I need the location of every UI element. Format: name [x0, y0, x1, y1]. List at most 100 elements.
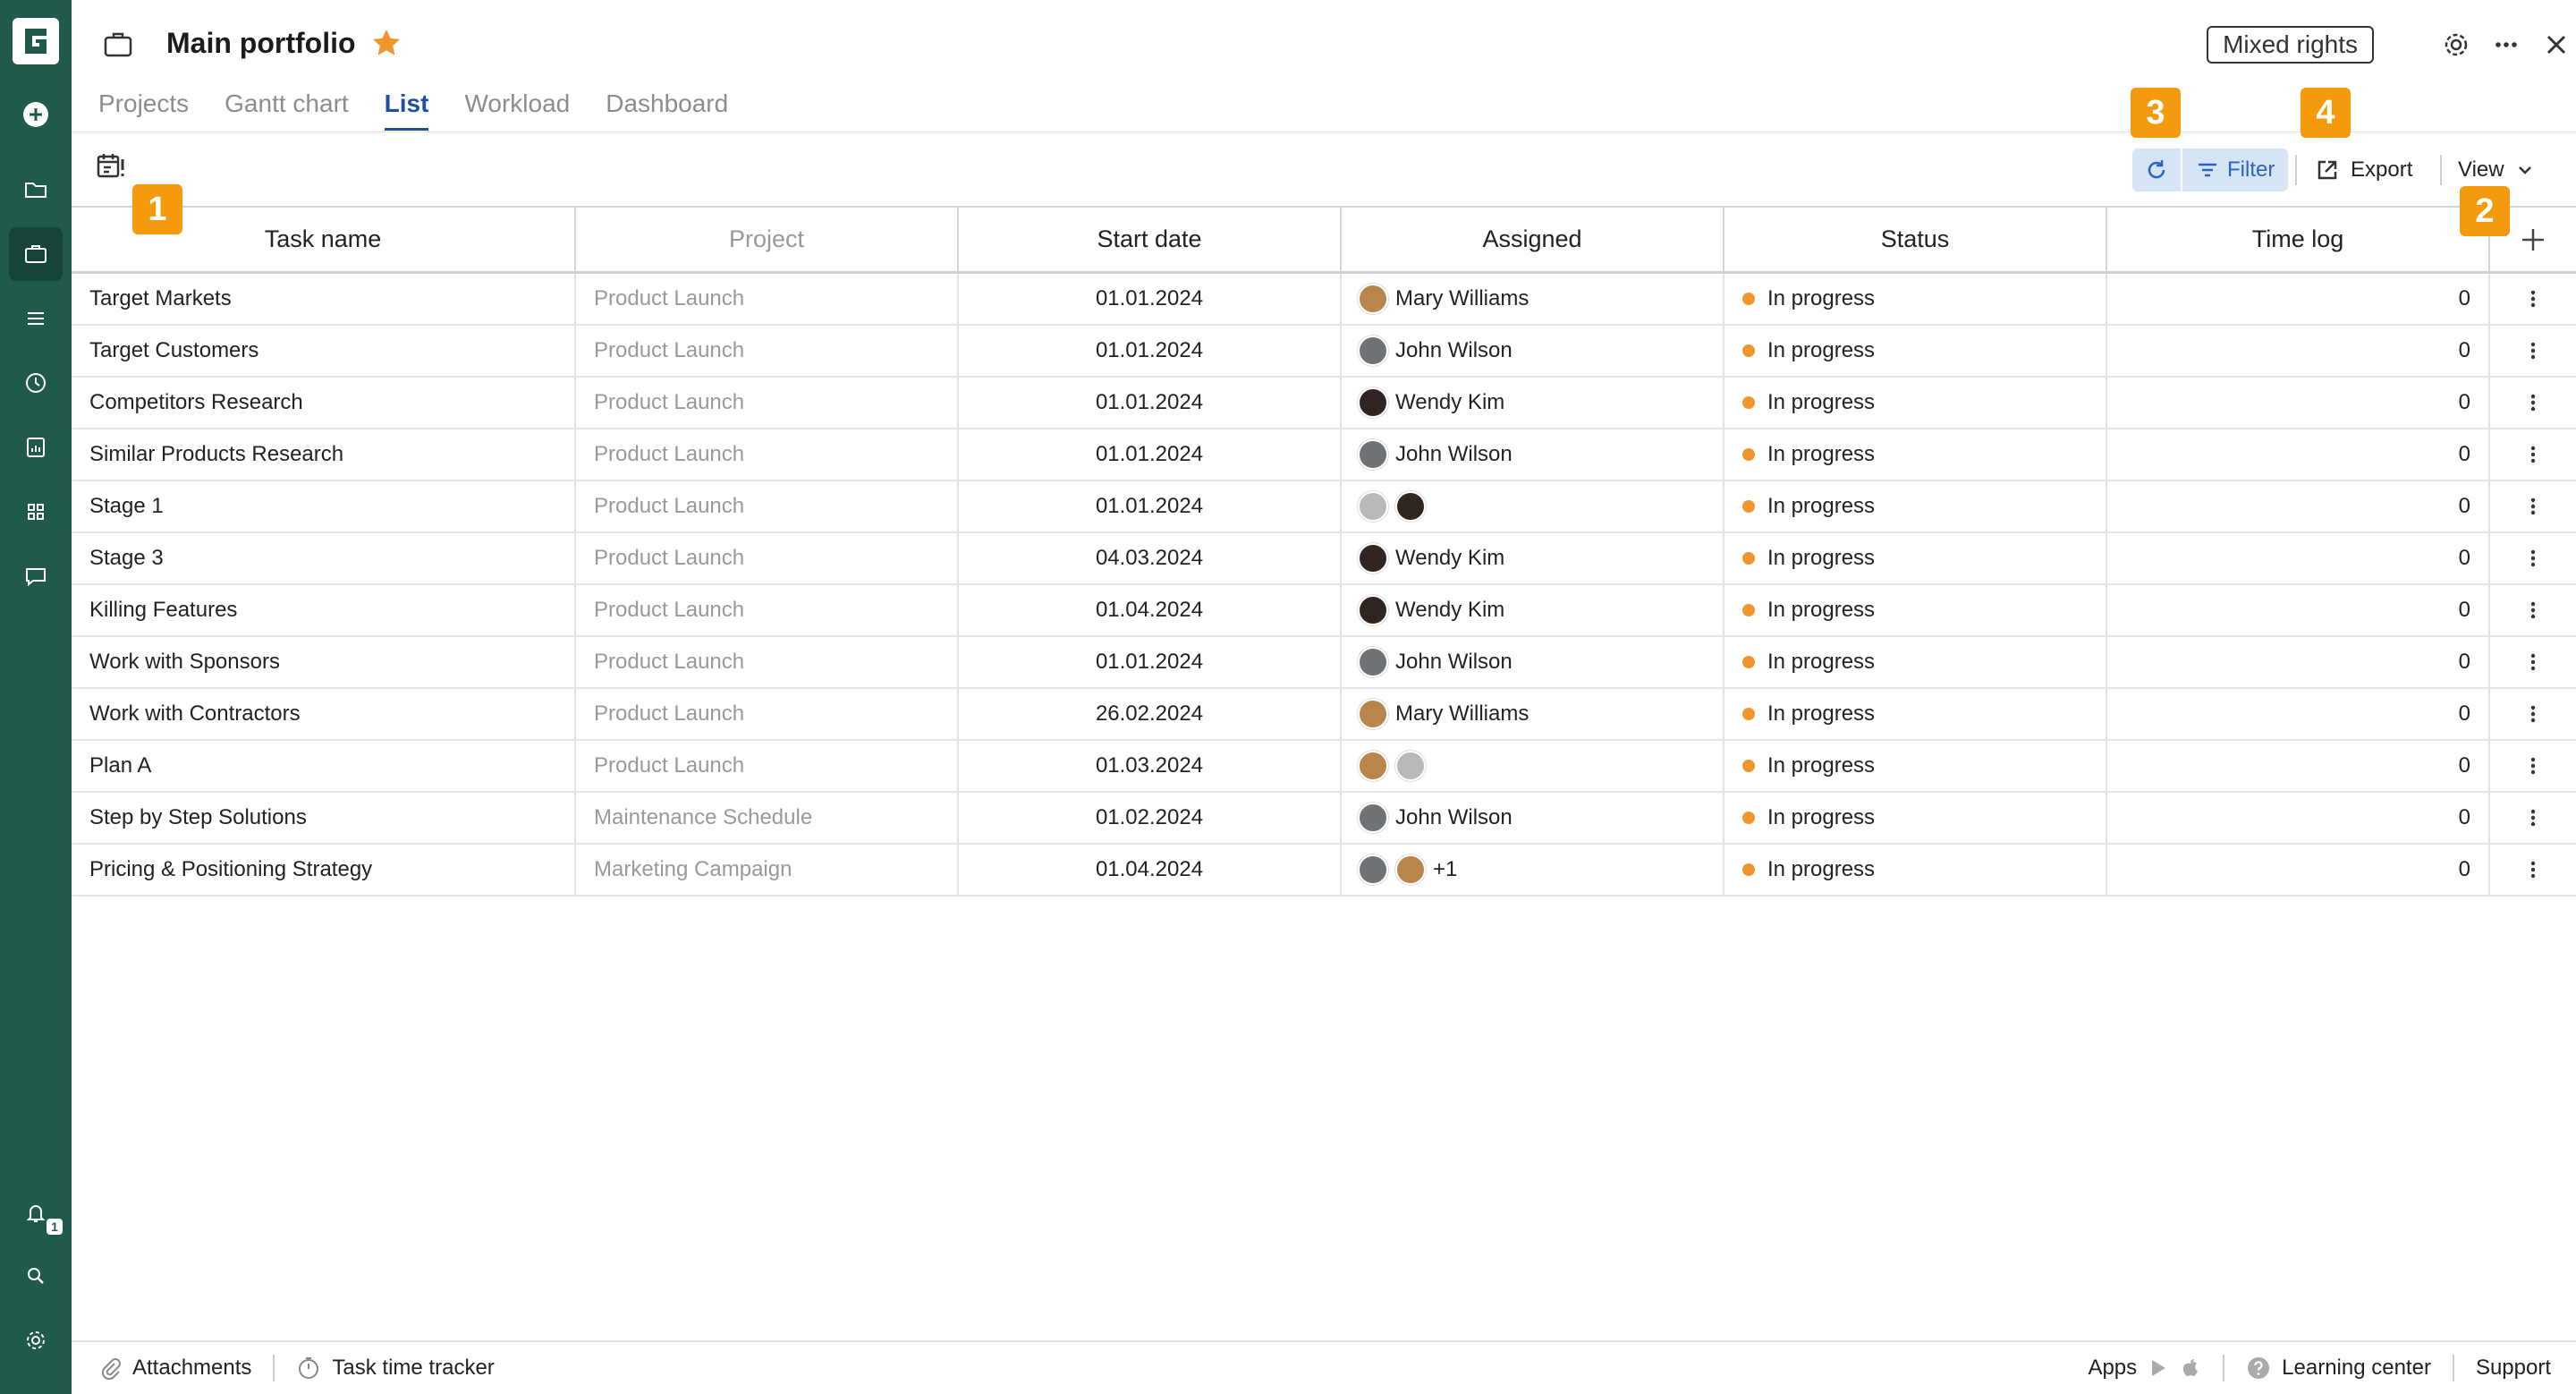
report-icon[interactable]: [9, 421, 63, 474]
column-header-start-date[interactable]: Start date: [959, 208, 1342, 271]
project-cell[interactable]: Product Launch: [576, 585, 959, 635]
time-log-cell[interactable]: 0: [2107, 585, 2490, 635]
search-icon[interactable]: [9, 1249, 63, 1303]
status-cell[interactable]: In progress: [1724, 637, 2107, 687]
time-log-cell[interactable]: 0: [2107, 274, 2490, 324]
task-name-cell[interactable]: Similar Products Research: [72, 429, 576, 480]
folder-icon[interactable]: [9, 163, 63, 217]
notifications-bell-icon[interactable]: 1: [9, 1186, 63, 1240]
task-name-cell[interactable]: Target Customers: [72, 326, 576, 376]
status-cell[interactable]: In progress: [1724, 481, 2107, 531]
status-cell[interactable]: In progress: [1724, 274, 2107, 324]
favorite-star-icon[interactable]: [370, 27, 402, 59]
table-row[interactable]: Step by Step Solutions Maintenance Sched…: [72, 793, 2576, 845]
tab-list[interactable]: List: [384, 89, 428, 131]
time-log-cell[interactable]: 0: [2107, 481, 2490, 531]
more-options-icon[interactable]: [2488, 27, 2524, 63]
start-date-cell[interactable]: 01.04.2024: [959, 845, 1342, 895]
assigned-cell[interactable]: Wendy Kim: [1342, 533, 1724, 583]
project-cell[interactable]: Maintenance Schedule: [576, 793, 959, 843]
row-actions-button[interactable]: [2490, 793, 2576, 843]
project-cell[interactable]: Product Launch: [576, 637, 959, 687]
column-header-time-log[interactable]: Time log: [2107, 208, 2490, 271]
status-cell[interactable]: In progress: [1724, 533, 2107, 583]
project-cell[interactable]: Marketing Campaign: [576, 845, 959, 895]
row-actions-button[interactable]: [2490, 741, 2576, 791]
project-cell[interactable]: Product Launch: [576, 378, 959, 428]
start-date-cell[interactable]: 01.01.2024: [959, 481, 1342, 531]
time-log-cell[interactable]: 0: [2107, 637, 2490, 687]
learning-center-link[interactable]: Learning center: [2246, 1356, 2431, 1381]
assigned-cell[interactable]: John Wilson: [1342, 429, 1724, 480]
project-cell[interactable]: Product Launch: [576, 274, 959, 324]
close-icon[interactable]: [2538, 27, 2574, 63]
assigned-cell[interactable]: Wendy Kim: [1342, 378, 1724, 428]
time-log-cell[interactable]: 0: [2107, 429, 2490, 480]
assigned-cell[interactable]: Mary Williams: [1342, 689, 1724, 739]
start-date-cell[interactable]: 26.02.2024: [959, 689, 1342, 739]
table-row[interactable]: Killing Features Product Launch 01.04.20…: [72, 585, 2576, 637]
time-log-cell[interactable]: 0: [2107, 741, 2490, 791]
task-name-cell[interactable]: Stage 3: [72, 533, 576, 583]
start-date-cell[interactable]: 01.01.2024: [959, 637, 1342, 687]
table-row[interactable]: Target Markets Product Launch 01.01.2024…: [72, 274, 2576, 326]
apps-link[interactable]: Apps: [2088, 1356, 2201, 1381]
attachments-link[interactable]: Attachments: [98, 1356, 251, 1381]
task-name-cell[interactable]: Pricing & Positioning Strategy: [72, 845, 576, 895]
start-date-cell[interactable]: 01.02.2024: [959, 793, 1342, 843]
project-cell[interactable]: Product Launch: [576, 429, 959, 480]
view-dropdown[interactable]: View: [2458, 149, 2535, 191]
task-name-cell[interactable]: Killing Features: [72, 585, 576, 635]
time-log-cell[interactable]: 0: [2107, 793, 2490, 843]
assigned-cell[interactable]: [1342, 741, 1724, 791]
project-cell[interactable]: Product Launch: [576, 533, 959, 583]
chat-icon[interactable]: [9, 549, 63, 603]
tab-gantt-chart[interactable]: Gantt chart: [225, 89, 349, 125]
export-button[interactable]: Export: [2315, 149, 2412, 191]
row-actions-button[interactable]: [2490, 585, 2576, 635]
start-date-cell[interactable]: 01.03.2024: [959, 741, 1342, 791]
status-cell[interactable]: In progress: [1724, 378, 2107, 428]
time-log-cell[interactable]: 0: [2107, 533, 2490, 583]
column-header-status[interactable]: Status: [1724, 208, 2107, 271]
status-cell[interactable]: In progress: [1724, 793, 2107, 843]
filter-button[interactable]: Filter: [2182, 149, 2288, 191]
row-actions-button[interactable]: [2490, 378, 2576, 428]
add-icon[interactable]: [9, 88, 63, 141]
support-link[interactable]: Support: [2476, 1356, 2551, 1381]
table-row[interactable]: Plan A Product Launch 01.03.2024 In prog…: [72, 741, 2576, 793]
project-cell[interactable]: Product Launch: [576, 326, 959, 376]
apps-grid-icon[interactable]: [9, 485, 63, 539]
overdue-tasks-calendar-icon[interactable]: [95, 150, 127, 183]
task-name-cell[interactable]: Competitors Research: [72, 378, 576, 428]
time-log-cell[interactable]: 0: [2107, 845, 2490, 895]
column-header-assigned[interactable]: Assigned: [1342, 208, 1724, 271]
table-row[interactable]: Work with Contractors Product Launch 26.…: [72, 689, 2576, 741]
table-row[interactable]: Similar Products Research Product Launch…: [72, 429, 2576, 481]
project-cell[interactable]: Product Launch: [576, 741, 959, 791]
assigned-cell[interactable]: John Wilson: [1342, 793, 1724, 843]
start-date-cell[interactable]: 01.04.2024: [959, 585, 1342, 635]
task-name-cell[interactable]: Target Markets: [72, 274, 576, 324]
start-date-cell[interactable]: 04.03.2024: [959, 533, 1342, 583]
table-row[interactable]: Target Customers Product Launch 01.01.20…: [72, 326, 2576, 378]
project-cell[interactable]: Product Launch: [576, 689, 959, 739]
clock-icon[interactable]: [9, 356, 63, 410]
time-log-cell[interactable]: 0: [2107, 326, 2490, 376]
column-header-project[interactable]: Project: [576, 208, 959, 271]
start-date-cell[interactable]: 01.01.2024: [959, 429, 1342, 480]
apple-icon[interactable]: [2180, 1356, 2201, 1380]
portfolio-briefcase-icon[interactable]: [9, 227, 63, 281]
row-actions-button[interactable]: [2490, 481, 2576, 531]
table-row[interactable]: Competitors Research Product Launch 01.0…: [72, 378, 2576, 429]
task-name-cell[interactable]: Work with Contractors: [72, 689, 576, 739]
task-name-cell[interactable]: Stage 1: [72, 481, 576, 531]
task-name-cell[interactable]: Plan A: [72, 741, 576, 791]
ganttpro-logo-icon[interactable]: [13, 18, 59, 64]
assigned-cell[interactable]: Mary Williams: [1342, 274, 1724, 324]
task-name-cell[interactable]: Step by Step Solutions: [72, 793, 576, 843]
status-cell[interactable]: In progress: [1724, 326, 2107, 376]
row-actions-button[interactable]: [2490, 429, 2576, 480]
row-actions-button[interactable]: [2490, 326, 2576, 376]
time-log-cell[interactable]: 0: [2107, 689, 2490, 739]
